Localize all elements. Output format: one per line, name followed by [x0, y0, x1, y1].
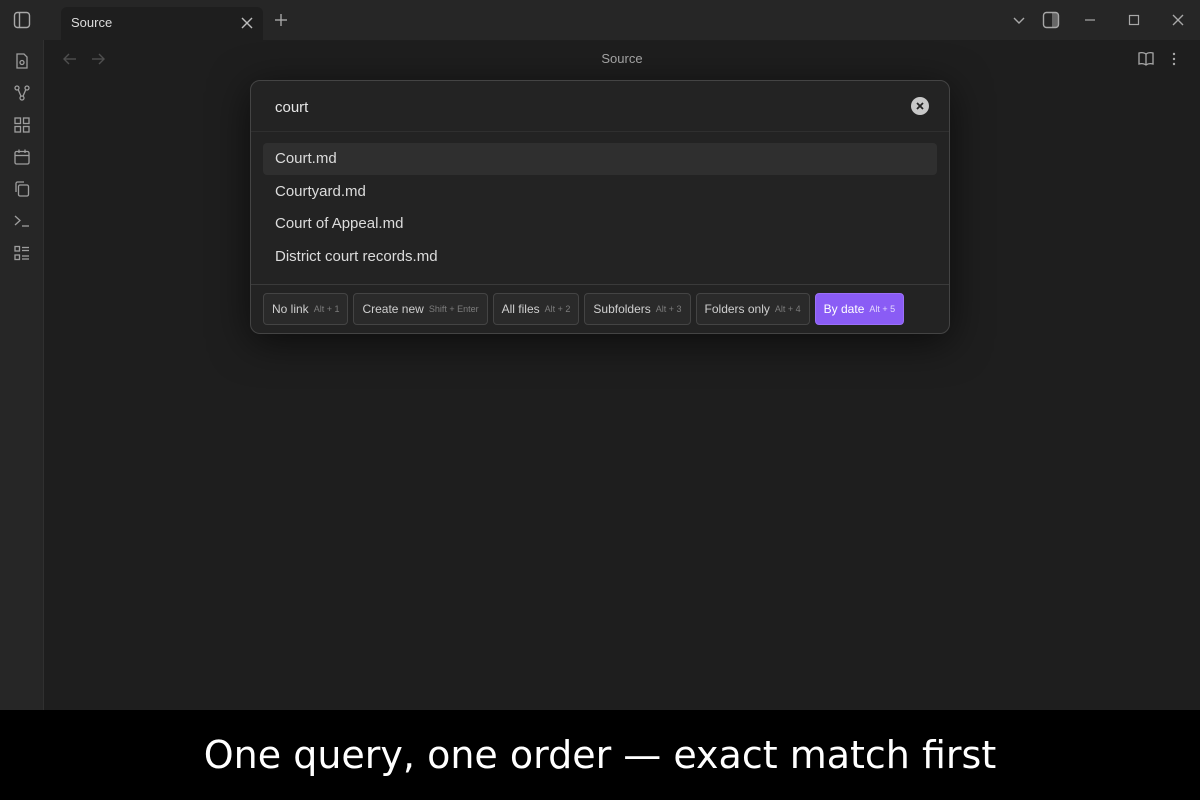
chip-subfolders[interactable]: Subfolders Alt + 3: [584, 293, 691, 325]
right-sidebar-toggle-icon[interactable]: [1041, 11, 1061, 29]
result-item[interactable]: Courtyard.md: [263, 176, 937, 208]
divider: [251, 131, 949, 132]
divider: [251, 284, 949, 285]
result-item[interactable]: Court.md: [263, 143, 937, 175]
title-bar: Source: [0, 0, 1200, 40]
filter-chips: No link Alt + 1 Create new Shift + Enter…: [263, 293, 905, 325]
chip-label: Create new: [362, 302, 424, 316]
copy-icon[interactable]: [13, 180, 31, 198]
chip-label: Folders only: [704, 302, 770, 316]
calendar-icon[interactable]: [13, 148, 31, 166]
chip-shortcut: Shift + Enter: [428, 304, 479, 314]
view-title: Source: [601, 51, 643, 66]
chip-label: Subfolders: [593, 302, 651, 316]
reading-view-icon[interactable]: [1137, 50, 1155, 68]
chip-shortcut: Alt + 5: [869, 304, 896, 314]
chip-shortcut: Alt + 4: [774, 304, 801, 314]
window-close-icon[interactable]: [1170, 12, 1186, 28]
chip-no-link[interactable]: No link Alt + 1: [263, 293, 349, 325]
results-list: Court.md Courtyard.md Court of Appeal.md…: [263, 143, 937, 273]
search-input[interactable]: [275, 95, 875, 119]
left-ribbon: [0, 40, 44, 710]
chip-label: By date: [823, 302, 865, 316]
chip-shortcut: Alt + 2: [544, 304, 571, 314]
chevron-down-icon[interactable]: [1011, 12, 1027, 28]
sidebar-toggle-icon[interactable]: [12, 11, 32, 29]
close-icon[interactable]: [239, 15, 255, 31]
quick-switcher-modal: Court.md Courtyard.md Court of Appeal.md…: [250, 80, 950, 334]
caption-bar: One query, one order — exact match first: [0, 710, 1200, 800]
tab-source[interactable]: Source: [61, 7, 263, 40]
chip-label: No link: [272, 302, 309, 316]
graph-icon[interactable]: [13, 84, 31, 102]
tab-title: Source: [71, 15, 113, 30]
clear-search-icon[interactable]: [911, 97, 929, 115]
grid-icon[interactable]: [13, 116, 31, 134]
chip-create-new[interactable]: Create new Shift + Enter: [353, 293, 488, 325]
minimize-icon[interactable]: [1082, 12, 1098, 28]
chip-shortcut: Alt + 1: [313, 304, 340, 314]
chip-label: All files: [501, 302, 540, 316]
result-item[interactable]: Court of Appeal.md: [263, 208, 937, 240]
chip-all-files[interactable]: All files Alt + 2: [492, 293, 580, 325]
chip-shortcut: Alt + 3: [655, 304, 682, 314]
new-tab-icon[interactable]: [273, 12, 289, 28]
more-options-icon[interactable]: [1165, 50, 1183, 68]
list-icon[interactable]: [13, 244, 31, 262]
terminal-icon[interactable]: [13, 212, 31, 230]
caption-text: One query, one order — exact match first: [203, 733, 997, 777]
maximize-icon[interactable]: [1126, 12, 1142, 28]
chip-by-date[interactable]: By date Alt + 5: [814, 293, 905, 325]
result-item[interactable]: District court records.md: [263, 241, 937, 273]
chip-folders-only[interactable]: Folders only Alt + 4: [695, 293, 810, 325]
